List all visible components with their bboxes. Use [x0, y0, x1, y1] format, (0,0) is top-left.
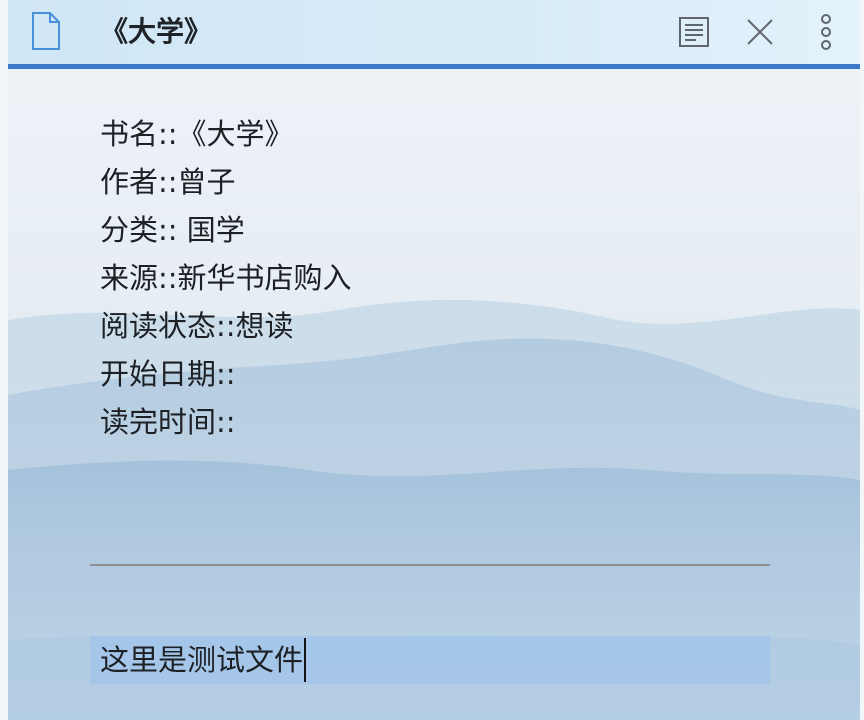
outline-icon	[679, 17, 709, 47]
outline-button[interactable]	[674, 12, 714, 52]
active-edit-line[interactable]: 这里是测试文件	[90, 636, 770, 684]
current-line-text: 这里是测试文件	[100, 643, 304, 677]
property-start-date[interactable]: 开始日期::	[100, 350, 780, 398]
window-title: 《大学》	[100, 15, 213, 48]
title-bar: 《大学》	[8, 0, 860, 69]
property-reading-status[interactable]: 阅读状态::想读	[100, 302, 780, 350]
property-book-title[interactable]: 书名::《大学》	[100, 110, 780, 158]
close-button[interactable]	[740, 12, 780, 52]
editor-text[interactable]: 这里是测试文件	[100, 636, 307, 684]
properties-block[interactable]: 书名::《大学》 作者::曾子 分类:: 国学 来源::新华书店购入 阅读状态:…	[100, 110, 780, 446]
document-icon[interactable]	[30, 12, 62, 50]
horizontal-rule	[90, 564, 770, 566]
property-category[interactable]: 分类:: 国学	[100, 206, 780, 254]
property-source[interactable]: 来源::新华书店购入	[100, 254, 780, 302]
close-icon	[747, 19, 773, 45]
property-finish-time[interactable]: 读完时间::	[100, 398, 780, 446]
property-author[interactable]: 作者::曾子	[100, 158, 780, 206]
text-caret	[304, 638, 307, 682]
more-vertical-icon	[821, 14, 831, 50]
more-options-button[interactable]	[806, 12, 846, 52]
note-window: 《大学》 书名::《大学》 作者::曾子 分类:: 国学 来源::新华书店购入 …	[8, 0, 860, 720]
